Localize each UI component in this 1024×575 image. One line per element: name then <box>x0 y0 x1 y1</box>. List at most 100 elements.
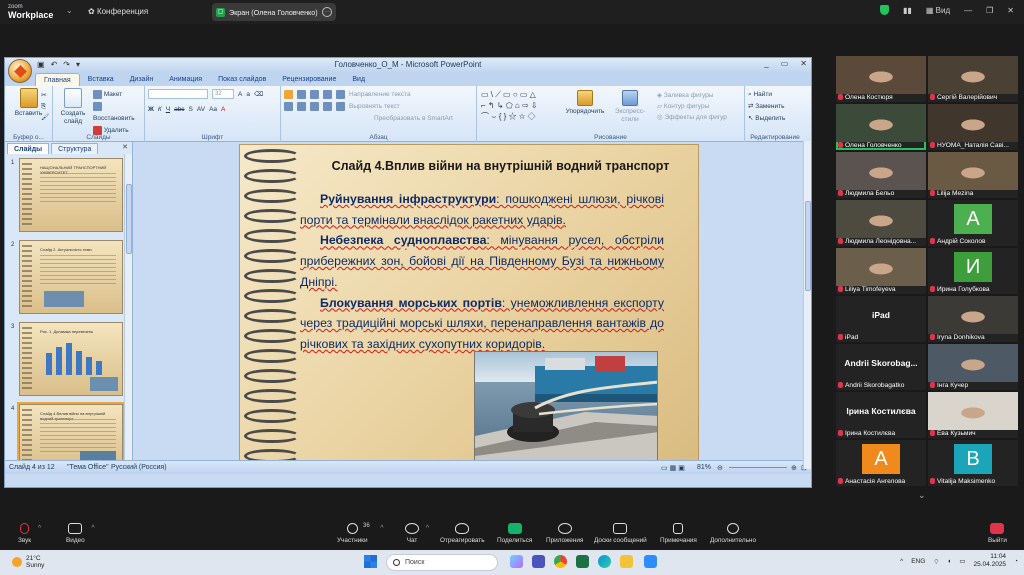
numbering-icon[interactable] <box>297 89 306 99</box>
tab-view[interactable]: Вид <box>344 73 373 86</box>
clear-format-icon[interactable]: ⌫ <box>254 90 263 98</box>
slide-scrollbar[interactable] <box>803 141 811 469</box>
notes-button[interactable]: Примечания <box>660 523 697 544</box>
video-button[interactable]: Видео ^ <box>66 523 95 544</box>
volume-icon[interactable]: ◖ <box>947 558 951 565</box>
view-button[interactable]: ▦ Вид <box>926 6 950 15</box>
participant-tile[interactable]: Iryna Donhikova <box>928 296 1018 342</box>
font-name-combo[interactable] <box>148 89 208 99</box>
zoom-out-icon[interactable]: ⊖ <box>717 464 723 472</box>
audio-button[interactable]: Звук ^ <box>18 523 41 544</box>
leave-button[interactable]: Выйти <box>988 523 1007 544</box>
minimize-icon[interactable]: — <box>964 6 972 15</box>
notifications-icon[interactable]: ◔ <box>1014 558 1018 565</box>
participant-tile[interactable]: Людмила Леонідовна... <box>836 200 926 246</box>
text-direction-button[interactable]: Направление текста <box>349 91 411 98</box>
participants-button[interactable]: Участники 36 ^ <box>337 523 384 544</box>
italic-icon[interactable]: К <box>158 106 162 113</box>
justify-icon[interactable] <box>323 101 332 111</box>
underline-icon[interactable]: Ч <box>166 106 170 113</box>
clock[interactable]: 11:04 25.04.2025 <box>974 553 1007 569</box>
excel-icon[interactable] <box>576 555 589 568</box>
react-button[interactable]: Отреагировать <box>440 523 485 544</box>
shadow-icon[interactable]: S <box>189 106 193 113</box>
chevron-down-icon[interactable]: ⌄ <box>918 490 926 501</box>
chrome-icon[interactable] <box>554 555 567 568</box>
columns-icon[interactable] <box>336 101 345 111</box>
current-slide[interactable]: Слайд 4.Вплив війни на внутрішній водний… <box>239 144 699 470</box>
wifi-icon[interactable]: ⌔ <box>933 557 939 566</box>
whiteboards-button[interactable]: Доски сообщений <box>594 523 647 544</box>
cut-icon[interactable]: ✂ <box>41 92 46 99</box>
spacing-icon[interactable]: AV <box>197 106 205 113</box>
slide-thumbnail[interactable]: НАЦІОНАЛЬНИЙ ТРАНСПОРТНИЙ УНІВЕРСИТЕТ <box>19 158 123 232</box>
language-status[interactable]: Русский (Россия) <box>111 464 167 471</box>
conference-menu[interactable]: ✿ Конференция <box>88 7 148 16</box>
format-painter-icon[interactable]: 🖌 <box>41 114 49 121</box>
new-slide-button[interactable]: Создать слайд <box>57 88 89 126</box>
layout-button[interactable]: Макет <box>93 89 144 101</box>
shrink-font-icon[interactable]: a <box>246 91 250 98</box>
participant-tile[interactable]: iPad iPad <box>836 296 926 342</box>
participant-tile[interactable]: НУОМА_Наталія Саві... <box>928 104 1018 150</box>
restore-icon[interactable]: ❐ <box>986 6 993 15</box>
slide-thumbnail[interactable]: Рис. 1. Динаміка перевезень <box>19 322 123 396</box>
encryption-shield-icon[interactable] <box>880 5 890 15</box>
case-icon[interactable]: Aa <box>209 106 217 113</box>
chevron-down-icon[interactable]: ⌄ <box>66 6 73 15</box>
zoom-app-icon[interactable] <box>644 555 657 568</box>
tab-design[interactable]: Дизайн <box>122 73 162 86</box>
slide-title[interactable]: Слайд 4.Вплив війни на внутрішній водний… <box>308 159 693 173</box>
zoom-slider[interactable] <box>729 467 787 468</box>
reset-button[interactable]: Восстановить <box>93 101 144 125</box>
slide-thumbnail[interactable]: Слайд 2. Актуальність теми <box>19 240 123 314</box>
tab-home[interactable]: Главная <box>35 73 80 86</box>
smartart-button[interactable]: Преобразовать в SmartArt <box>374 115 453 122</box>
shape-fill-button[interactable]: ◈ Заливка фигуры <box>657 90 727 101</box>
participant-tile[interactable]: Інга Кучер <box>928 344 1018 390</box>
start-button[interactable] <box>364 555 377 568</box>
tab-insert[interactable]: Вставка <box>80 73 122 86</box>
more-button[interactable]: Дополнительно <box>710 523 756 544</box>
shape-outline-button[interactable]: ▱ Контур фигуры <box>657 101 727 112</box>
view-buttons[interactable]: ▭▦▣ <box>661 464 687 472</box>
apps-button[interactable]: Приложения <box>546 523 583 544</box>
close-panel-icon[interactable]: ✕ <box>122 143 128 151</box>
minimize-icon[interactable]: _ <box>764 59 768 68</box>
battery-icon[interactable]: ▭ <box>959 557 965 565</box>
replace-button[interactable]: ⇄ Заменить <box>748 101 802 113</box>
slide-photo-mooring[interactable] <box>474 351 658 465</box>
chat-button[interactable]: Чат ^ <box>405 523 429 544</box>
participant-tile[interactable]: Liliya Timofeyeva <box>836 248 926 294</box>
find-button[interactable]: ⌕ Найти <box>748 89 802 101</box>
close-icon[interactable]: ✕ <box>800 59 807 68</box>
tab-animation[interactable]: Анимация <box>161 73 210 86</box>
edge-icon[interactable] <box>598 555 611 568</box>
participant-tile[interactable]: Олена Головченко <box>836 104 926 150</box>
weather-widget[interactable]: 21°C Sunny <box>12 555 44 569</box>
signal-icon[interactable]: ▮▮ <box>903 6 912 15</box>
participant-tile[interactable]: Lilija Mezina <box>928 152 1018 198</box>
teams-icon[interactable] <box>532 555 545 568</box>
shape-effects-button[interactable]: ◎ Эффекты для фигур <box>657 112 727 123</box>
align-right-icon[interactable] <box>310 101 319 111</box>
font-size-combo[interactable]: 32 <box>212 89 234 99</box>
close-icon[interactable]: ✕ <box>1007 6 1014 15</box>
participant-tile[interactable]: Сергій Валерійович <box>928 56 1018 102</box>
participant-tile[interactable]: Людмила Бельо <box>836 152 926 198</box>
participant-tile[interactable]: Олена Костюря <box>836 56 926 102</box>
font-color-icon[interactable]: A <box>221 106 225 113</box>
tray-chevron-icon[interactable]: ^ <box>900 558 903 565</box>
file-explorer-icon[interactable] <box>620 555 633 568</box>
participant-tile[interactable]: А Анастасія Ангелова <box>836 440 926 486</box>
more-icon[interactable]: ··· <box>322 7 332 17</box>
align-text-button[interactable]: Выровнять текст <box>349 103 400 110</box>
thumbnails-scrollbar[interactable] <box>124 154 132 474</box>
participant-tile[interactable]: В Vitalija Maksimenko <box>928 440 1018 486</box>
quick-styles-button[interactable]: Экспресс-стили <box>607 90 653 124</box>
align-center-icon[interactable] <box>297 101 306 111</box>
decrease-indent-icon[interactable] <box>310 89 319 99</box>
participant-tile[interactable]: А Андрій Соколов <box>928 200 1018 246</box>
tab-slides[interactable]: Слайды <box>7 143 50 154</box>
participant-tile[interactable]: Andrii Skorobag... Andrii Skorobagatko <box>836 344 926 390</box>
